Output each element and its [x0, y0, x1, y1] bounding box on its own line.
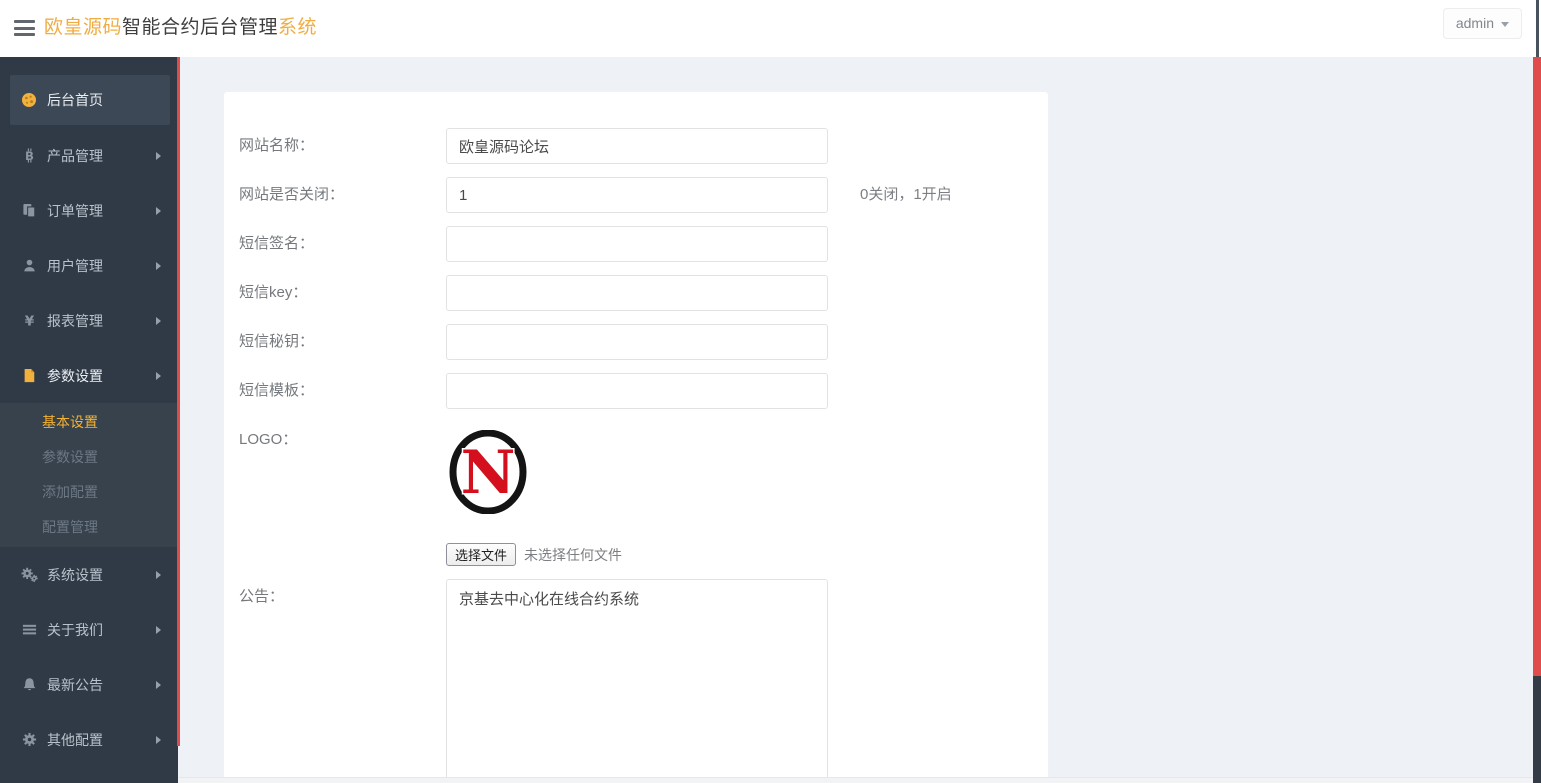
chevron-right-icon: [156, 736, 161, 744]
chevron-right-icon: [156, 262, 161, 270]
sidebar-item-system[interactable]: 系统设置: [0, 547, 178, 602]
hamburger-menu-icon[interactable]: [14, 20, 35, 36]
yen-icon: ¥: [20, 313, 38, 328]
submenu-item-params-0[interactable]: 基本设置: [0, 405, 178, 440]
sidebar-item-orders[interactable]: 订单管理: [0, 183, 178, 238]
form-row-sms-key: 短信key：: [224, 275, 1048, 311]
field-label-sms-key: 短信key：: [224, 275, 446, 311]
page-title-suffix: 系统: [278, 17, 317, 38]
user-icon: [20, 258, 38, 273]
sidebar-item-other[interactable]: 其他配置: [0, 712, 178, 767]
chevron-right-icon: [156, 571, 161, 579]
submenu-item-params-1[interactable]: 参数设置: [0, 440, 178, 475]
gears-icon: [20, 567, 38, 582]
submenu-item-params-2[interactable]: 添加配置: [0, 475, 178, 510]
sidebar-item-home[interactable]: 后台首页: [10, 75, 170, 125]
vertical-scrollbar-red[interactable]: [1533, 57, 1541, 676]
horizontal-scrollbar-track[interactable]: [178, 777, 1533, 783]
orders-icon: [20, 203, 38, 218]
field-sms-key-input[interactable]: [446, 275, 828, 311]
file-status-text: 未选择任何文件: [524, 545, 622, 565]
field-sms-template-input[interactable]: [446, 373, 828, 409]
field-notice-textarea[interactable]: 京基去中心化在线合约系统: [446, 579, 828, 783]
chevron-right-icon: [156, 372, 161, 380]
page-title: 欧皇源码智能合约后台管理系统: [44, 0, 317, 56]
svg-text:B: B: [25, 149, 34, 163]
main-content: 网站名称： 网站是否关闭： 0关闭，1开启 短信签名：: [178, 57, 1541, 783]
caret-down-icon: [1501, 22, 1509, 27]
gear-icon: [20, 732, 38, 747]
chevron-right-icon: [156, 207, 161, 215]
form-row-site-name: 网站名称：: [224, 128, 1048, 164]
list-icon: [20, 622, 38, 637]
sidebar-item-params[interactable]: 参数设置: [0, 348, 178, 403]
settings-form-card: 网站名称： 网站是否关闭： 0关闭，1开启 短信签名：: [224, 92, 1048, 783]
field-label-sms-template: 短信模板：: [224, 373, 446, 409]
page-title-middle: 智能合约后台管理: [122, 17, 278, 38]
field-hint: 0关闭，1开启: [860, 177, 952, 213]
user-menu-button[interactable]: admin: [1443, 8, 1522, 39]
submenu-params: 基本设置 参数设置 添加配置 配置管理: [0, 403, 178, 547]
chevron-right-icon: [156, 681, 161, 689]
chevron-right-icon: [156, 626, 161, 634]
sidebar-item-users[interactable]: 用户管理: [0, 238, 178, 293]
sidebar-red-divider: [177, 57, 180, 746]
vertical-scrollbar-thumb[interactable]: [1533, 676, 1541, 783]
chevron-right-icon: [156, 317, 161, 325]
field-label-site-name: 网站名称：: [224, 128, 446, 164]
topbar: 欧皇源码智能合约后台管理系统 admin: [0, 0, 1541, 57]
svg-text:N: N: [461, 438, 516, 508]
sidebar-item-about[interactable]: 关于我们: [0, 602, 178, 657]
field-label-site-closed: 网站是否关闭：: [224, 177, 446, 213]
bitcoin-icon: B: [20, 148, 38, 163]
field-label-sms-secret: 短信秘钥：: [224, 324, 446, 360]
user-menu-label: admin: [1456, 15, 1494, 31]
svg-text:¥: ¥: [24, 313, 34, 328]
field-label-logo: LOGO：: [224, 422, 446, 566]
site-logo-image: N: [446, 430, 530, 514]
form-row-sms-template: 短信模板：: [224, 373, 1048, 409]
field-sms-sign-input[interactable]: [446, 226, 828, 262]
field-site-name-input[interactable]: [446, 128, 828, 164]
sidebar-item-reports[interactable]: ¥ 报表管理: [0, 293, 178, 348]
file-icon: [20, 368, 38, 383]
sidebar-item-news[interactable]: 最新公告: [0, 657, 178, 712]
sidebar-item-products[interactable]: B 产品管理: [0, 128, 178, 183]
submenu-item-params-3[interactable]: 配置管理: [0, 510, 178, 545]
sidebar: 后台首页 B 产品管理 订单管理 用户管理 ¥ 报表管理 参数设置 基本设置 参…: [0, 57, 178, 783]
form-row-sms-secret: 短信秘钥：: [224, 324, 1048, 360]
form-row-notice: 公告： 京基去中心化在线合约系统: [224, 579, 1048, 783]
form-row-logo: LOGO： N 选择文件 未选择任何文件: [224, 422, 1048, 566]
form-row-site-closed: 网站是否关闭： 0关闭，1开启: [224, 177, 1048, 213]
bell-icon: [20, 677, 38, 692]
dashboard-icon: [20, 92, 38, 108]
field-label-notice: 公告：: [224, 579, 446, 783]
page-title-brand: 欧皇源码: [44, 17, 122, 38]
chevron-right-icon: [156, 152, 161, 160]
form-row-sms-sign: 短信签名：: [224, 226, 1048, 262]
field-label-sms-sign: 短信签名：: [224, 226, 446, 262]
field-sms-secret-input[interactable]: [446, 324, 828, 360]
topbar-edge-line: [1536, 0, 1539, 57]
field-site-closed-input[interactable]: [446, 177, 828, 213]
choose-file-button[interactable]: 选择文件: [446, 543, 516, 566]
